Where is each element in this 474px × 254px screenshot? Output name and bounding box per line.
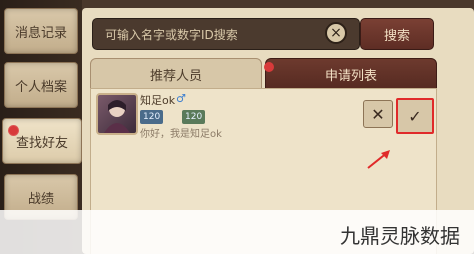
male-gender-icon: ♂ [176,92,186,105]
level-badge: 120 [182,110,206,124]
search-input[interactable] [103,25,327,45]
notification-dot [264,62,274,72]
accept-button[interactable]: ✓ [396,98,434,134]
tab-label: 推荐人员 [149,68,202,84]
check-icon: ✓ [408,106,422,126]
clear-icon[interactable]: × [325,22,347,44]
reject-button[interactable]: ✕ [363,100,393,128]
side-tab-find-friends[interactable]: 查找好友 [2,118,82,164]
side-tab-profile[interactable]: 个人档案 [4,62,78,108]
level-badge: 120 [140,110,164,124]
search-bar [92,18,360,50]
friend-tabs: 推荐人员 申请列表 [90,58,437,90]
close-icon: ✕ [371,104,385,124]
tab-requests[interactable]: 申请列表 [265,58,437,90]
tab-label: 申请列表 [324,68,377,84]
player-name: 知足ok [140,94,176,107]
request-message: 你好，我是知足ok [140,129,222,140]
watermark: 九鼎灵脉数据 [340,224,460,248]
side-tab-label: 个人档案 [14,79,67,95]
avatar-portrait-icon [104,100,130,133]
clear-glyph: × [330,25,342,41]
search-button[interactable]: 搜索 [360,18,434,50]
side-tab-label: 查找好友 [15,135,68,151]
avatar[interactable] [96,93,138,135]
notification-dot [8,125,19,136]
side-tab-message-log[interactable]: 消息记录 [4,8,78,54]
pointer-arrow-icon [367,150,390,169]
side-tab-label: 战绩 [27,191,54,207]
search-button-label: 搜索 [383,28,410,44]
side-tab-label: 消息记录 [14,25,67,41]
tab-recommended[interactable]: 推荐人员 [90,58,262,90]
game-friend-screen: 消息记录 个人档案 查找好友 战绩 × 搜索 推荐人员 申请列表 知足ok [0,0,474,254]
